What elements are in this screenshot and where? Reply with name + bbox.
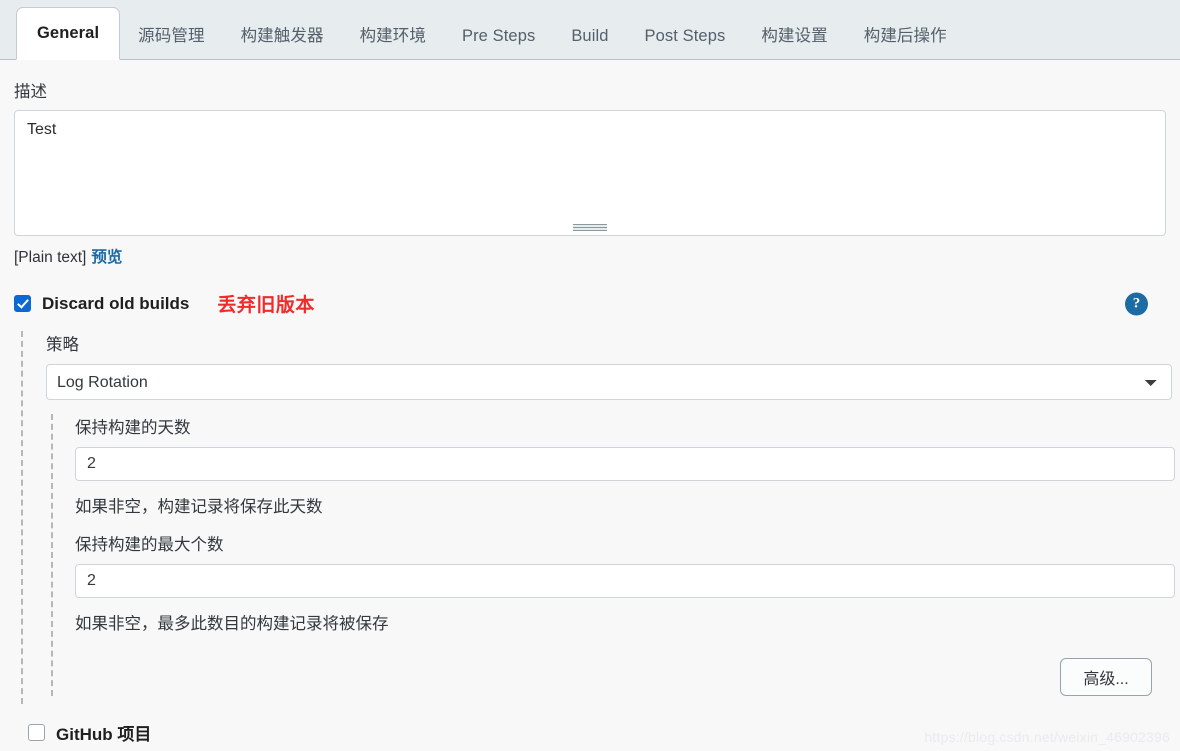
advanced-button-row: 高级... — [75, 658, 1166, 696]
days-to-keep-label: 保持构建的天数 — [75, 414, 1166, 438]
tab-source-code-management[interactable]: 源码管理 — [120, 13, 222, 59]
tab-build-settings[interactable]: 构建设置 — [743, 13, 845, 59]
plain-text-label: [Plain text] — [14, 249, 86, 266]
discard-old-builds-annotation: 丢弃旧版本 — [217, 290, 315, 317]
github-project-checkbox[interactable] — [28, 724, 45, 741]
days-to-keep-hint: 如果非空，构建记录将保存此天数 — [75, 493, 1166, 517]
tab-build-triggers[interactable]: 构建触发器 — [223, 13, 342, 59]
tab-post-build-actions[interactable]: 构建后操作 — [846, 13, 965, 59]
discard-old-builds-checkbox[interactable] — [14, 295, 31, 312]
strategy-select[interactable]: Log Rotation — [46, 364, 1172, 400]
general-config-form: 描述 [Plain text] 预览 Discard old builds 丢弃旧… — [0, 78, 1180, 745]
max-builds-to-keep-input[interactable] — [75, 564, 1175, 598]
max-builds-to-keep-hint: 如果非空，最多此数目的构建记录将被保存 — [75, 610, 1166, 634]
config-tab-bar: General 源码管理 构建触发器 构建环境 Pre Steps Build … — [0, 0, 1180, 60]
days-to-keep-input[interactable] — [75, 447, 1175, 481]
watermark: https://blog.csdn.net/weixin_46902396 — [924, 729, 1170, 745]
tab-build-environment[interactable]: 构建环境 — [342, 13, 444, 59]
log-rotation-fields: 保持构建的天数 如果非空，构建记录将保存此天数 保持构建的最大个数 如果非空，最… — [51, 414, 1166, 696]
tab-pre-steps[interactable]: Pre Steps — [444, 13, 553, 59]
tab-general[interactable]: General — [16, 7, 120, 60]
advanced-button[interactable]: 高级... — [1060, 658, 1152, 696]
discard-old-builds-row: Discard old builds 丢弃旧版本 ? — [14, 290, 1166, 317]
description-input[interactable] — [14, 110, 1166, 236]
github-project-label: GitHub 项目 — [56, 720, 151, 745]
help-icon[interactable]: ? — [1125, 292, 1148, 315]
tab-build[interactable]: Build — [553, 13, 626, 59]
description-textarea-wrap — [14, 110, 1166, 236]
description-label: 描述 — [14, 78, 1166, 102]
max-builds-to-keep-label: 保持构建的最大个数 — [75, 531, 1166, 555]
resize-grip-icon[interactable] — [573, 224, 607, 231]
discard-old-builds-label: Discard old builds — [42, 294, 189, 314]
preview-link[interactable]: 预览 — [91, 249, 122, 266]
description-format-row: [Plain text] 预览 — [14, 245, 1166, 267]
discard-old-builds-panel: 策略 Log Rotation 保持构建的天数 如果非空，构建记录将保存此天数 … — [21, 331, 1166, 704]
tab-post-steps[interactable]: Post Steps — [627, 13, 744, 59]
strategy-label: 策略 — [46, 331, 1166, 355]
